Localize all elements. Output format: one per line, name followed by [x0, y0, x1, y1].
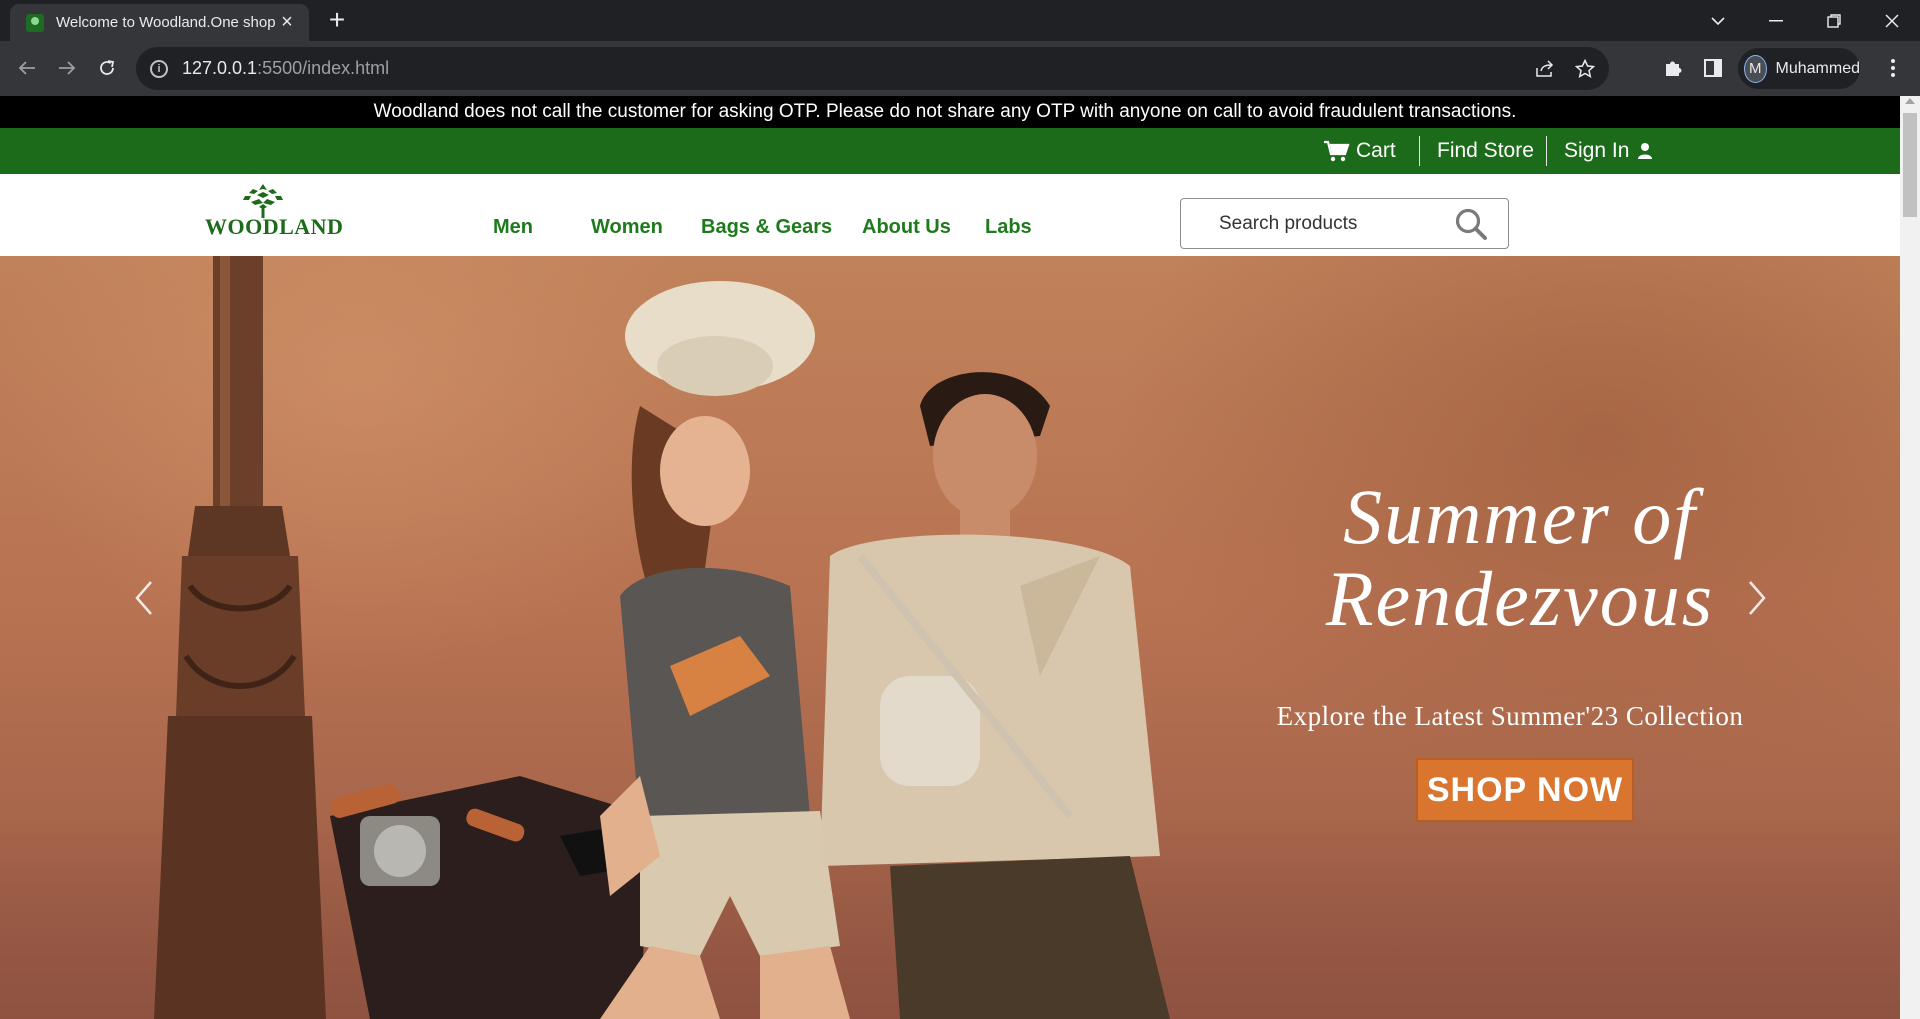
sign-in-link[interactable]: Sign In	[1564, 128, 1653, 174]
hero-subtitle: Explore the Latest Summer'23 Collection	[1276, 701, 1744, 731]
user-icon	[1638, 143, 1653, 159]
avatar: M	[1744, 54, 1767, 83]
url-path: :5500/index.html	[257, 58, 390, 78]
hero-title-line1: Summer of	[1343, 473, 1697, 560]
nav-about-us[interactable]: About Us	[862, 216, 951, 239]
browser-tabstrip: Welcome to Woodland.One shop × +	[0, 0, 1920, 41]
cart-link[interactable]: Cart	[1324, 128, 1396, 174]
woodland-page: Woodland does not call the customer for …	[0, 96, 1900, 1019]
man-figure-shape	[820, 372, 1170, 1019]
hero-title: Summer of Rendezvous	[1240, 476, 1800, 640]
woodland-favicon-icon	[26, 13, 44, 32]
minimize-icon[interactable]	[1748, 0, 1804, 41]
main-nav: WOODLAND Men Women Bags & Gears About Us…	[0, 174, 1900, 249]
lamp-post-shape	[154, 256, 326, 1019]
side-panel-icon[interactable]	[1696, 51, 1730, 85]
browser-toolbar: i 127.0.0.1:5500/index.html M Muhammed	[0, 41, 1920, 96]
plus-icon[interactable]: +	[323, 6, 351, 36]
page-viewport: Woodland does not call the customer for …	[0, 96, 1920, 1019]
tab-title: Welcome to Woodland.One shop	[56, 14, 276, 31]
page-scrollbar[interactable]	[1900, 96, 1920, 1019]
back-arrow-icon[interactable]	[10, 51, 44, 85]
tab-search-chevron-icon[interactable]	[1690, 0, 1746, 41]
find-store-label: Find Store	[1437, 139, 1534, 162]
hero-title-line2: Rendezvous	[1325, 555, 1715, 642]
scroll-up-arrow-icon[interactable]	[1905, 98, 1915, 104]
otp-notice-bar: Woodland does not call the customer for …	[0, 96, 1900, 128]
logo-text: WOODLAND	[205, 214, 344, 239]
search-box[interactable]	[1180, 198, 1509, 249]
hero-banner: Summer of Rendezvous Explore the Latest …	[0, 256, 1900, 1019]
more-menu-icon[interactable]	[1876, 51, 1910, 85]
sign-in-label: Sign In	[1564, 139, 1630, 162]
util-divider	[1419, 136, 1420, 166]
cart-label: Cart	[1356, 139, 1396, 162]
site-info-icon[interactable]: i	[150, 59, 168, 78]
find-store-link[interactable]: Find Store	[1437, 128, 1534, 174]
profile-chip[interactable]: M Muhammed	[1738, 48, 1860, 89]
nav-labs[interactable]: Labs	[985, 216, 1032, 239]
profile-name: Muhammed	[1775, 59, 1860, 77]
scrollbar-thumb[interactable]	[1903, 113, 1917, 217]
woodland-logo[interactable]: WOODLAND	[205, 182, 344, 239]
bookmark-star-icon[interactable]	[1565, 47, 1605, 90]
nav-women[interactable]: Women	[591, 216, 663, 239]
browser-tab-active[interactable]: Welcome to Woodland.One shop ×	[10, 4, 309, 41]
nav-men[interactable]: Men	[493, 216, 533, 239]
restore-icon[interactable]	[1806, 0, 1862, 41]
reload-icon[interactable]	[90, 51, 124, 85]
shop-now-button[interactable]: SHOP NOW	[1416, 758, 1634, 822]
search-icon[interactable]	[1454, 207, 1488, 241]
share-icon[interactable]	[1525, 47, 1565, 90]
extensions-puzzle-icon[interactable]	[1656, 51, 1690, 85]
url-host: 127.0.0.1	[182, 58, 258, 78]
close-icon[interactable]: ×	[277, 12, 297, 33]
window-close-icon[interactable]	[1864, 0, 1920, 41]
cart-icon	[1324, 140, 1350, 162]
search-input[interactable]	[1219, 212, 1439, 235]
util-divider	[1546, 136, 1547, 166]
otp-notice-text: Woodland does not call the customer for …	[373, 101, 1517, 122]
nav-bags-gears[interactable]: Bags & Gears	[701, 216, 832, 239]
forward-arrow-icon[interactable]	[50, 51, 84, 85]
utility-bar: Cart Find Store Sign In	[0, 128, 1900, 174]
carousel-prev-icon[interactable]	[125, 568, 165, 628]
address-bar[interactable]: i 127.0.0.1:5500/index.html	[136, 47, 1609, 90]
